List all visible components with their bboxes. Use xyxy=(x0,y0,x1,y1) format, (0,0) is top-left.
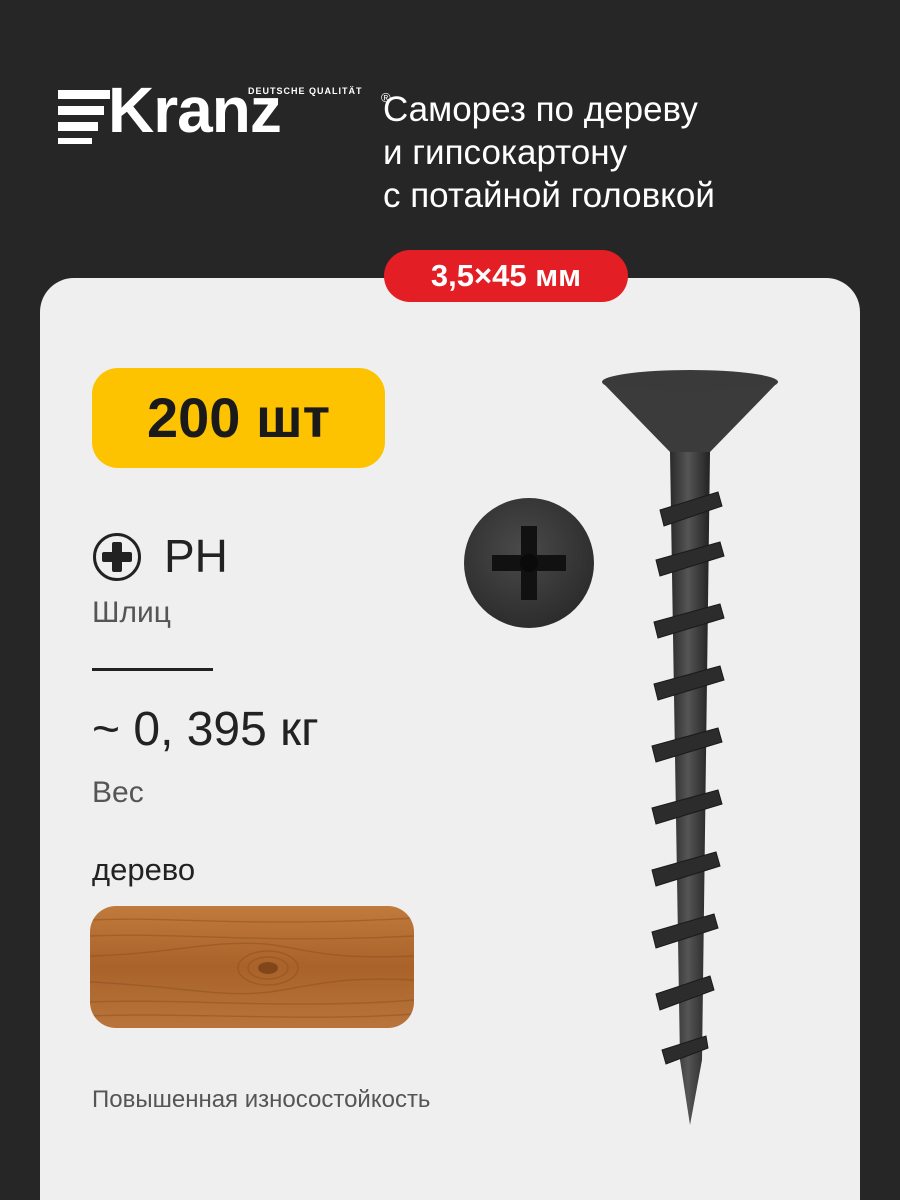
weight-caption: Вес xyxy=(92,776,144,809)
slot-caption: Шлиц xyxy=(92,596,171,629)
brand-tagline: DEUTSCHE QUALITÄT xyxy=(248,86,363,96)
slot-value: PH xyxy=(164,530,228,582)
screw-head-image xyxy=(464,498,594,628)
feature-note: Повышенная износостойкость xyxy=(92,1086,431,1113)
size-badge: 3,5×45 мм xyxy=(384,250,628,302)
phillips-plus-icon xyxy=(93,533,141,581)
product-title: Саморез по дереву и гипсокартону с потай… xyxy=(383,88,883,217)
logo-bars-icon xyxy=(58,90,110,144)
title-line-3: с потайной головкой xyxy=(383,176,715,215)
weight-value: ~ 0, 395 кг xyxy=(92,703,319,756)
title-line-1: Саморез по дереву xyxy=(383,90,698,129)
title-line-2: и гипсокартону xyxy=(383,133,628,172)
brand-logo: Kranz DEUTSCHE QUALITÄT ® xyxy=(58,78,391,150)
material-label: дерево xyxy=(92,852,196,887)
wood-swatch-image xyxy=(90,906,414,1028)
quantity-badge: 200 шт xyxy=(92,368,385,468)
screw-image xyxy=(602,370,778,1125)
divider xyxy=(92,668,213,671)
